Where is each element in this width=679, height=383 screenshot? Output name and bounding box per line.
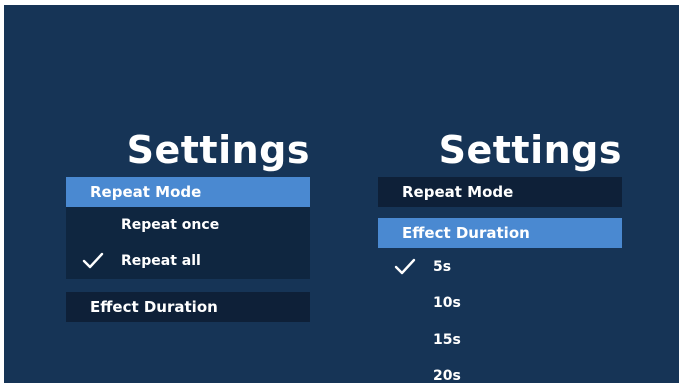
check-icon bbox=[394, 258, 416, 275]
menu-item-label: Repeat Mode bbox=[402, 183, 514, 201]
option-10s[interactable]: 10s bbox=[378, 285, 622, 321]
menu-item-label: Repeat Mode bbox=[90, 183, 202, 201]
option-5s[interactable]: 5s bbox=[378, 249, 622, 285]
menu-item-label: Effect Duration bbox=[402, 224, 530, 242]
option-repeat-once[interactable]: Repeat once bbox=[66, 207, 310, 243]
tv-screen: Settings Repeat Mode Repeat once Repeat … bbox=[4, 5, 679, 383]
option-label: Repeat all bbox=[121, 253, 201, 269]
option-label: Repeat once bbox=[121, 217, 220, 233]
menu-item-repeat-mode[interactable]: Repeat Mode bbox=[66, 177, 310, 207]
page-title: Settings bbox=[438, 128, 622, 172]
effect-duration-submenu: 5s 10s 15s 20s bbox=[378, 248, 622, 383]
repeat-mode-submenu: Repeat once Repeat all bbox=[66, 207, 310, 279]
option-label: 15s bbox=[433, 332, 461, 348]
menu-item-effect-duration[interactable]: Effect Duration bbox=[66, 292, 310, 322]
option-20s[interactable]: 20s bbox=[378, 358, 622, 383]
menu-item-repeat-mode[interactable]: Repeat Mode bbox=[378, 177, 622, 207]
option-15s[interactable]: 15s bbox=[378, 322, 622, 358]
option-label: 10s bbox=[433, 295, 461, 311]
option-label: 5s bbox=[433, 259, 452, 275]
settings-panel-left: Settings Repeat Mode Repeat once Repeat … bbox=[66, 5, 310, 383]
check-icon bbox=[82, 252, 104, 269]
settings-panel-right: Settings Repeat Mode Effect Duration 5s … bbox=[378, 5, 622, 383]
menu-item-effect-duration[interactable]: Effect Duration bbox=[378, 218, 622, 248]
option-label: 20s bbox=[433, 368, 461, 383]
menu-item-label: Effect Duration bbox=[90, 298, 218, 316]
option-repeat-all[interactable]: Repeat all bbox=[66, 243, 310, 279]
page-title: Settings bbox=[126, 128, 310, 172]
